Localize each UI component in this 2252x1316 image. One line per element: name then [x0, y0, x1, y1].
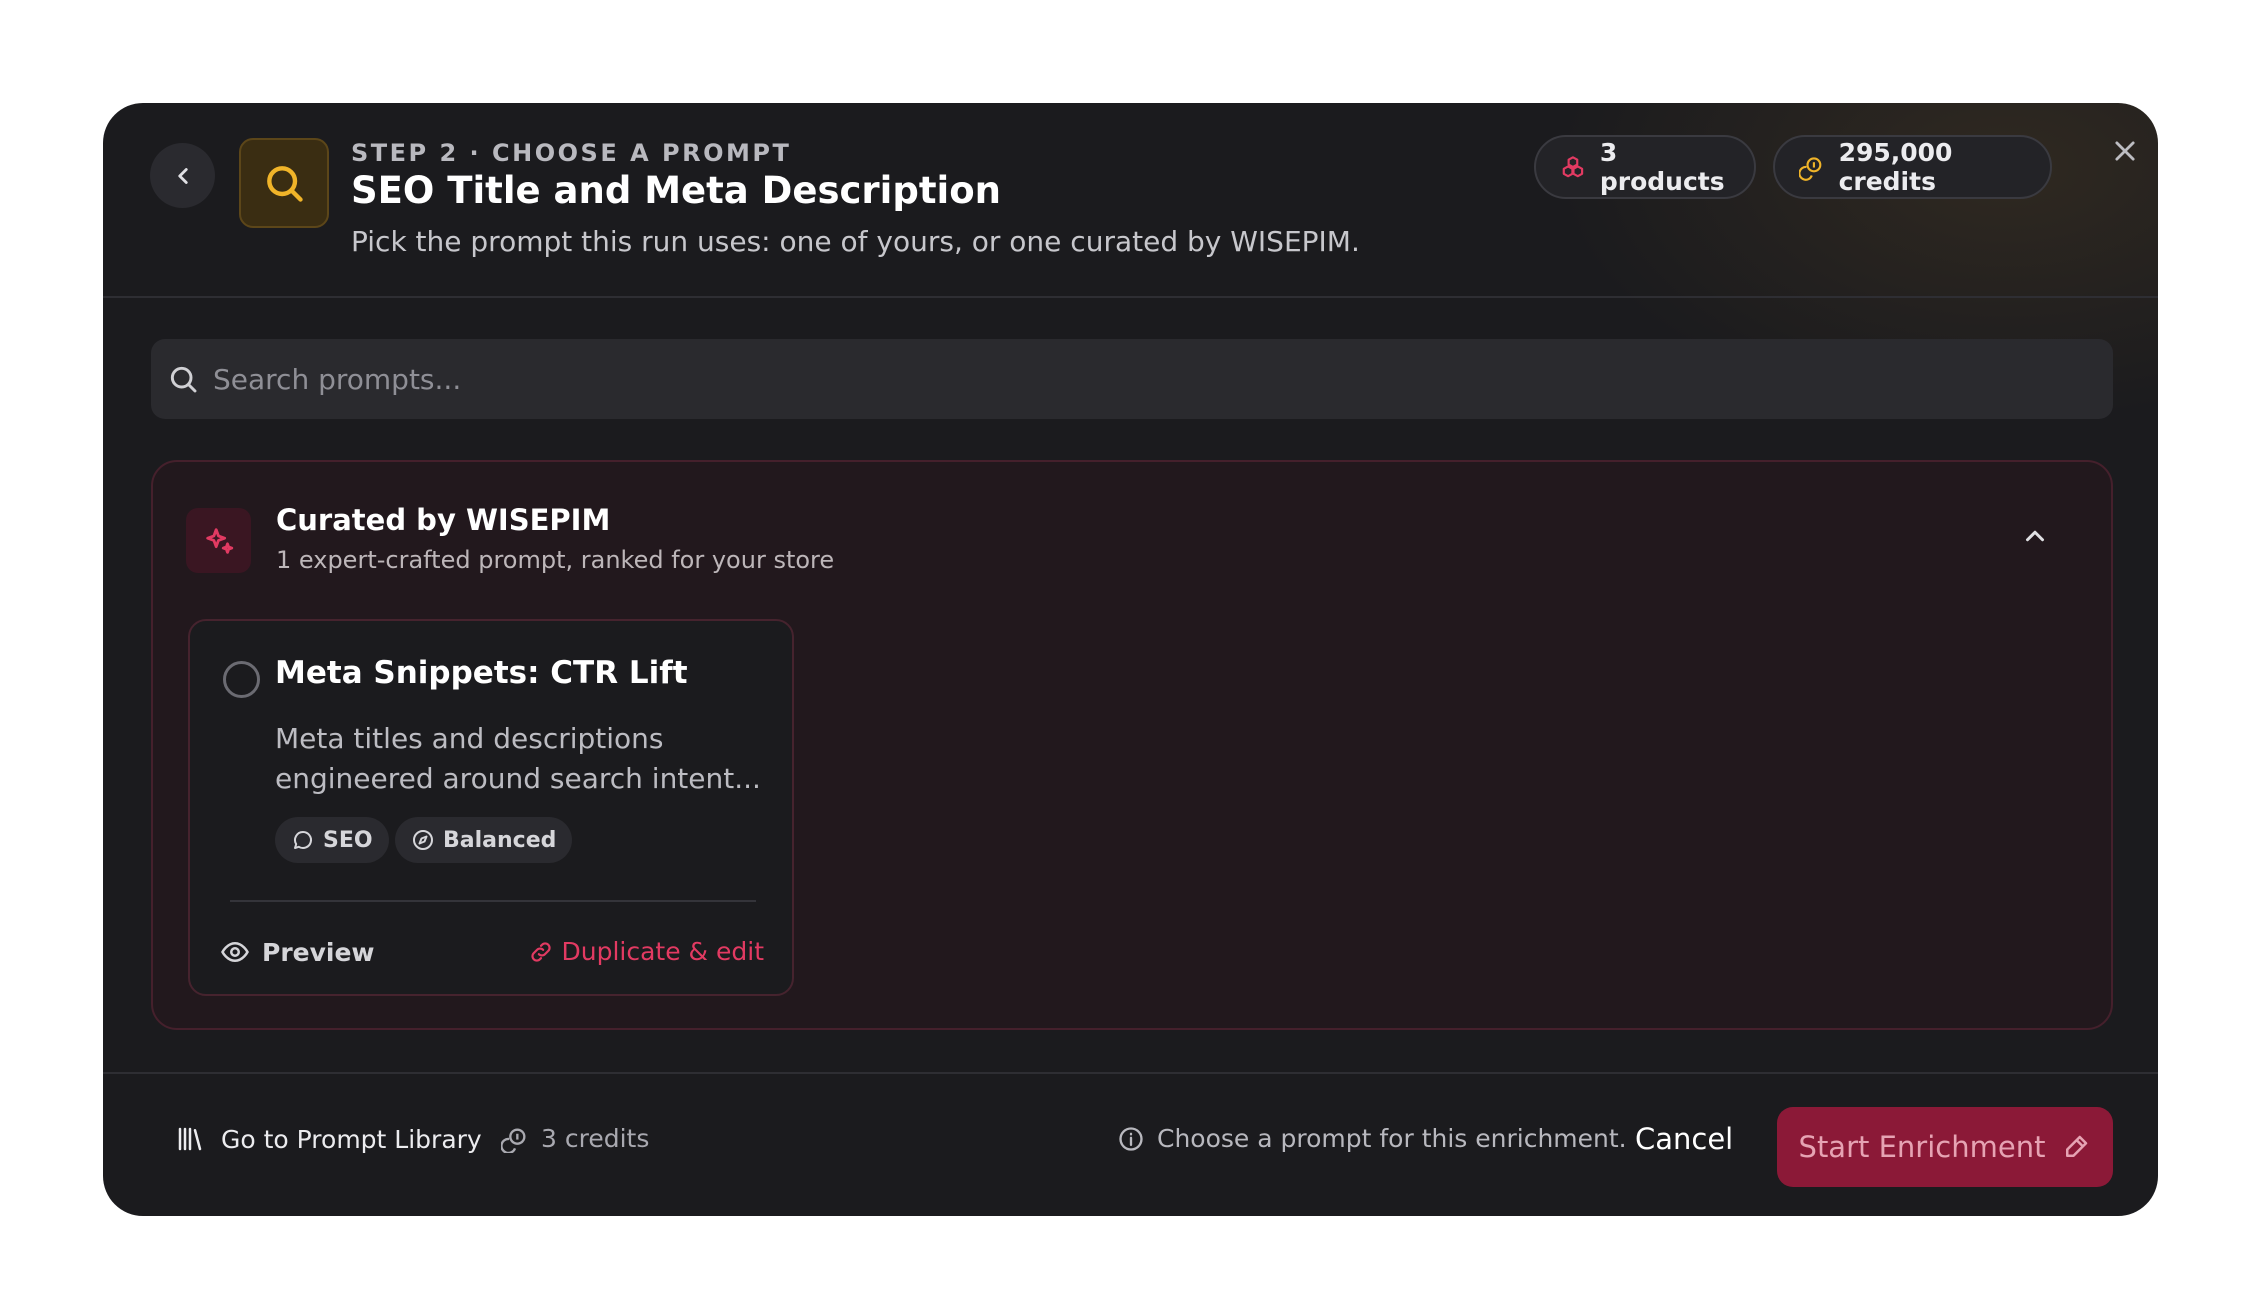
preview-label: Preview [262, 937, 375, 967]
message-circle-icon [294, 831, 312, 849]
coins-icon [501, 1128, 526, 1153]
selection-hint: Choose a prompt for this enrichment. [1117, 1124, 1627, 1153]
prompt-library-label: Go to Prompt Library [221, 1124, 482, 1154]
card-divider [230, 900, 756, 902]
search-icon [267, 166, 303, 202]
products-icon [1562, 156, 1584, 178]
curated-subtitle: 1 expert-crafted prompt, ranked for your… [276, 546, 835, 574]
close-icon [2115, 141, 2135, 161]
search-input[interactable] [213, 362, 2063, 396]
products-pill: 3 products [1534, 135, 1756, 199]
library-icon [178, 1127, 202, 1151]
tag-balanced: Balanced [395, 817, 573, 863]
link-icon [530, 941, 551, 962]
sparkles-icon-tile [186, 508, 251, 573]
prompt-title: Meta Snippets: CTR Lift [275, 655, 688, 691]
curated-section: Curated by WISEPIM 1 expert-crafted prom… [151, 460, 2113, 1030]
start-enrichment-button[interactable]: Start Enrichment [1777, 1107, 2113, 1187]
step-label: STEP 2 · CHOOSE A PROMPT [351, 139, 792, 167]
products-count: 3 products [1599, 138, 1725, 196]
duplicate-edit-button[interactable]: Duplicate & edit [528, 937, 765, 966]
tag-label: SEO [323, 827, 373, 853]
chevron-left-icon [177, 167, 188, 184]
search-icon-tile [239, 138, 329, 228]
start-enrichment-label: Start Enrichment [1798, 1130, 2046, 1164]
curated-title: Curated by WISEPIM [276, 503, 611, 537]
preview-button[interactable]: Preview [220, 937, 375, 967]
prompt-library-link[interactable]: Go to Prompt Library [175, 1124, 482, 1154]
tag-seo: SEO [275, 817, 389, 863]
search-icon [170, 366, 197, 393]
prompt-card[interactable]: Meta Snippets: CTR Lift Meta titles and … [188, 619, 794, 996]
coins-icon [1799, 157, 1822, 181]
wand-icon [2066, 1135, 2088, 1157]
sparkles-icon [205, 527, 233, 554]
credits-pill: 295,000 credits [1773, 135, 2052, 199]
back-button[interactable] [150, 143, 215, 208]
search-bar [151, 339, 2113, 419]
modal-header: STEP 2 · CHOOSE A PROMPT SEO Title and M… [103, 103, 2158, 298]
modal-title: SEO Title and Meta Description [351, 169, 1001, 212]
collapse-section-button[interactable] [2013, 514, 2057, 558]
run-credits-label: 3 credits [541, 1124, 650, 1153]
compass-icon [413, 830, 433, 850]
credits-balance: 295,000 credits [1838, 138, 1953, 196]
chevron-up-icon [2026, 530, 2044, 542]
modal-subtitle: Pick the prompt this run uses: one of yo… [351, 225, 1360, 258]
close-button[interactable] [2103, 129, 2147, 173]
modal-footer: Go to Prompt Library 3 credits Choose a … [103, 1072, 2158, 1216]
hint-label: Choose a prompt for this enrichment. [1157, 1124, 1627, 1153]
prompt-radio[interactable] [223, 661, 260, 698]
run-credits-cost: 3 credits [501, 1124, 649, 1153]
info-icon [1119, 1126, 1143, 1151]
choose-prompt-modal: STEP 2 · CHOOSE A PROMPT SEO Title and M… [103, 103, 2158, 1216]
cancel-button[interactable]: Cancel [1635, 1122, 1733, 1156]
prompt-description: Meta titles and descriptions engineered … [275, 722, 761, 795]
duplicate-label: Duplicate & edit [561, 937, 765, 966]
eye-icon [221, 941, 249, 963]
tag-label: Balanced [443, 827, 557, 853]
